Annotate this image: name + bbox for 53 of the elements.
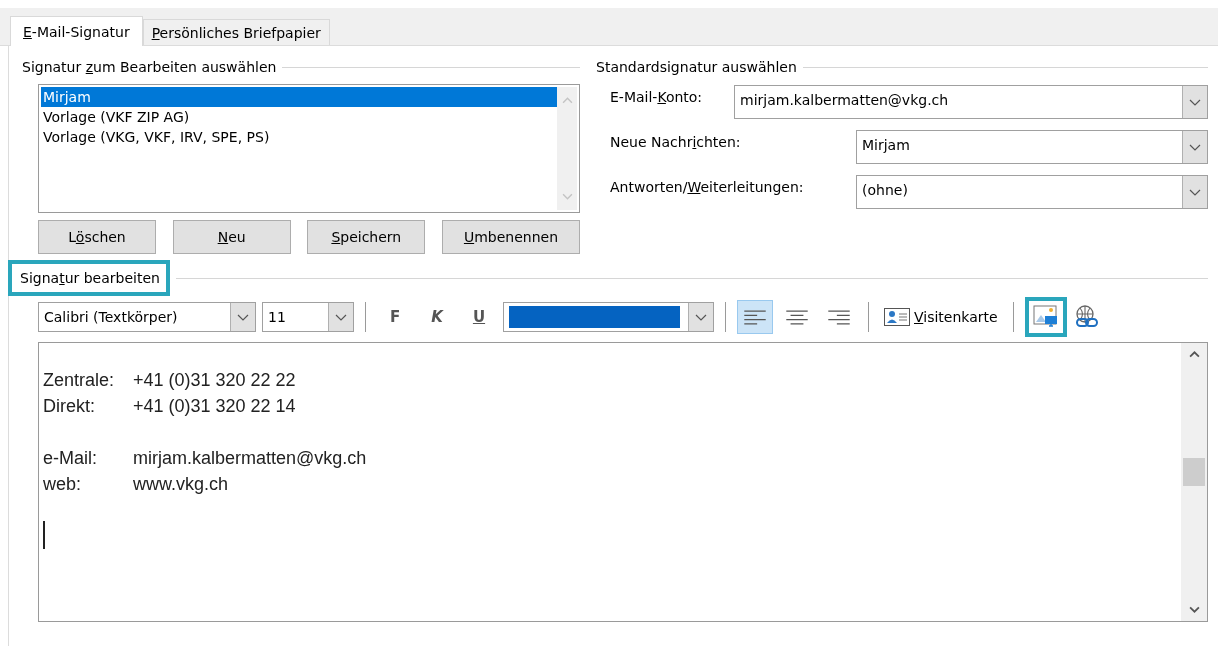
business-card-button[interactable]: Visitenkarte [880,308,1002,326]
field-label: Antworten/Weiterleitungen: [610,178,805,195]
bold-button[interactable]: F [377,302,413,332]
size-dropdown[interactable]: 11 [262,302,354,332]
signature-list[interactable]: Mirjam Vorlage (VKF ZIP AG) Vorlage (VKG, VKF, IRV, SPE, PS) [38,84,580,213]
scroll-thumb[interactable] [1183,458,1205,486]
chevron-down-icon [237,313,249,321]
dropdown[interactable]: mirjam.kalbermatten@vkg.ch [734,85,1208,119]
dialog-button[interactable]: Löschen [38,220,156,254]
text-cursor [43,521,45,549]
group-heading: Signatur zum Bearbeiten auswählen [22,59,277,75]
chevron-down-icon [1189,98,1201,106]
italic-button[interactable]: K [419,302,455,332]
signature-value: www.vkg.ch [133,473,229,496]
font-dropdown[interactable]: Calibri (Textkörper) [38,302,256,332]
field-label: Neue Nachrichten: [610,133,742,150]
signature-label: web: [43,473,83,496]
signature-label: Zentrale: [43,369,116,392]
signature-editor[interactable]: Zentrale: +41 (0)31 320 22 22 Direkt: +41 (0)31 320 22 14 e-Mail: mirjam.kalbermatten@vkg.ch web: www.vkg.ch [38,342,1208,622]
signature-item[interactable]: Mirjam [41,87,557,107]
tab[interactable]: Persönliches Briefpapier [142,19,330,45]
field-label: E-Mail-Konto: [610,88,704,105]
picture-monitor-icon [1032,305,1059,329]
dropdown[interactable]: (ohne) [856,175,1208,209]
chevron-down-icon [335,313,347,321]
signature-label: Direkt: [43,395,96,418]
scroll-up-icon[interactable] [1188,351,1200,358]
align-left-icon [744,309,766,325]
chevron-down-icon [1189,188,1201,196]
underline-button[interactable]: U [461,302,497,332]
chevron-down-icon [695,313,707,321]
align-center-icon [786,309,808,325]
dialog-button[interactable]: Neu [172,220,291,254]
signature-item[interactable]: Vorlage (VKG, VKF, IRV, SPE, PS) [41,127,557,147]
signature-value: mirjam.kalbermatten@vkg.ch [133,447,367,470]
signature-value: +41 (0)31 320 22 14 [133,395,296,418]
dialog-button[interactable]: Umbenennen [441,220,580,254]
align-right-icon [828,309,850,325]
tab[interactable]: E-Mail-Signatur [10,16,143,46]
dropdown[interactable]: Mirjam [856,130,1208,164]
dialog-button[interactable]: Speichern [307,220,426,254]
insert-picture-button[interactable] [1024,297,1067,337]
align-left-button[interactable] [737,300,773,334]
scroll-down-icon[interactable] [1188,606,1200,613]
contact-card-icon [884,308,910,326]
chevron-down-icon [1189,143,1201,151]
signature-label: e-Mail: [43,447,98,470]
scrollbar[interactable] [1181,343,1207,621]
color-dropdown[interactable] [503,302,714,332]
signature-value: +41 (0)31 320 22 22 [133,369,296,392]
signature-item[interactable]: Vorlage (VKF ZIP AG) [41,107,557,127]
group-heading: Signatur bearbeiten [8,260,170,296]
group-heading: Standardsignatur auswählen [596,59,797,75]
